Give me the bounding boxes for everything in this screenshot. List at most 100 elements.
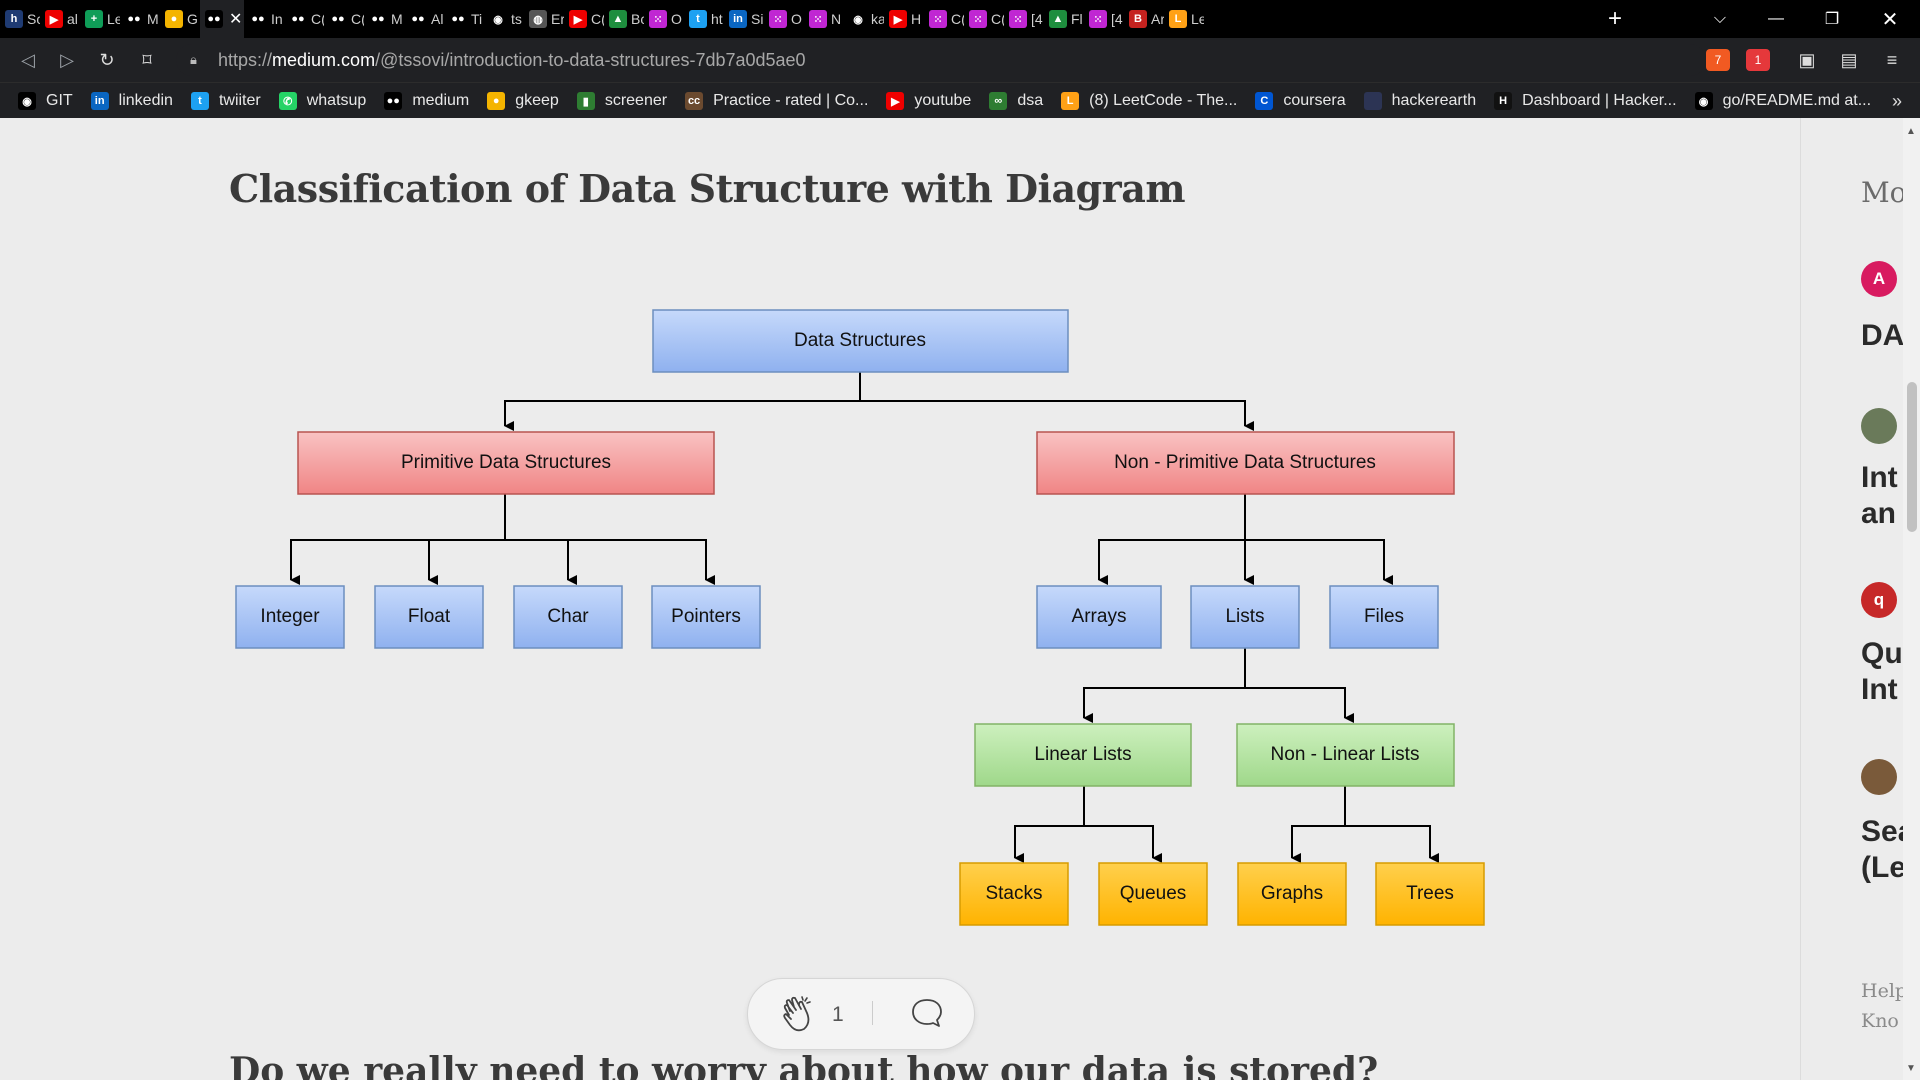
tab-5[interactable]: ●● ✕ — [200, 0, 244, 38]
bookmark-8-leetcode-the[interactable]: L (8) LeetCode - The... — [1061, 83, 1237, 119]
sidebar-story-title[interactable]: Qu Int — [1861, 636, 1903, 708]
youtube-icon: ▶ — [569, 10, 587, 28]
drive-icon: ▲ — [1049, 10, 1067, 28]
svg-text:Graphs: Graphs — [1261, 883, 1323, 904]
bookmark-icon[interactable]: ⌑ — [135, 48, 159, 72]
bookmark-youtube[interactable]: ▶ youtube — [886, 83, 971, 119]
tab-10[interactable]: ●● Al — [404, 0, 444, 38]
sidebar-toggle-icon[interactable]: ▣ — [1795, 48, 1819, 72]
tab-29[interactable]: L Le — [1164, 0, 1204, 38]
tab-6[interactable]: ●● In — [244, 0, 284, 38]
tab-18[interactable]: in Si — [724, 0, 764, 38]
bookmark-practice-rated-co[interactable]: cc Practice - rated | Co... — [685, 83, 868, 119]
scroll-thumb[interactable] — [1907, 382, 1917, 532]
tab-26[interactable]: ▲ Fl — [1044, 0, 1084, 38]
sidebar-story-title[interactable]: Sea (Le — [1861, 814, 1903, 886]
tab-search-icon[interactable]: ⌵ — [1692, 0, 1748, 38]
bookmark-dashboard-hacker[interactable]: H Dashboard | Hacker... — [1494, 83, 1677, 119]
avatar[interactable] — [1861, 408, 1897, 444]
tab-1[interactable]: ▶ al — [40, 0, 80, 38]
tab-2[interactable]: + Le — [80, 0, 120, 38]
tab-11[interactable]: ●● Ti — [444, 0, 484, 38]
bookmark-hackerearth[interactable]: hackerearth — [1363, 83, 1476, 119]
tab-label: Si — [751, 11, 764, 27]
svg-text:Primitive Data Structures: Primitive Data Structures — [401, 452, 611, 473]
tab-14[interactable]: ▶C( — [564, 0, 604, 38]
node-non-primitive: Non - Primitive Data Structures — [1036, 431, 1455, 495]
bookmark-medium[interactable]: ●● medium — [384, 83, 469, 119]
tab-0[interactable]: h Sc — [0, 0, 40, 38]
avatar[interactable]: q — [1861, 582, 1897, 618]
tab-8[interactable]: ●●C( — [324, 0, 364, 38]
tab-9[interactable]: ●● M — [364, 0, 404, 38]
bookmark-coursera[interactable]: Ccoursera — [1255, 83, 1346, 119]
tab-24[interactable]: ⁙C( — [964, 0, 1004, 38]
menu-icon[interactable]: ≡ — [1880, 48, 1904, 72]
restore-icon[interactable]: ❐ — [1804, 0, 1860, 38]
scrollbar[interactable]: ▲ ▼ — [1903, 118, 1920, 1080]
bookmarks-overflow-button[interactable]: » — [1892, 83, 1902, 119]
dots-icon: ⁙ — [1009, 10, 1027, 28]
sidebar-story-title[interactable]: DA — [1861, 318, 1903, 354]
address-bar[interactable]: 🔒︎ https://medium.com/@tssovi/introducti… — [176, 44, 1706, 76]
url-text[interactable]: https://medium.com/@tssovi/introduction-… — [218, 50, 806, 71]
tab-label: [4 — [1031, 11, 1043, 27]
bookmark-linkedin[interactable]: in linkedin — [90, 83, 173, 119]
wallet-icon[interactable]: ▤ — [1837, 48, 1861, 72]
tab-23[interactable]: ⁙C( — [924, 0, 964, 38]
scroll-down-icon[interactable]: ▼ — [1906, 1063, 1916, 1074]
tab-strip: hSc▶al+Le●●M●G●●✕●●In●●C(●●C(●●M●●Al●●Ti… — [0, 0, 1920, 38]
new-tab-button[interactable]: + — [1602, 6, 1628, 32]
tab-22[interactable]: ▶ H — [884, 0, 924, 38]
tab-15[interactable]: ▲ Bc — [604, 0, 644, 38]
tab-label: Le — [107, 11, 120, 27]
clap-icon[interactable] — [780, 995, 816, 1033]
hackerrank-icon: H — [1494, 92, 1513, 110]
bookmark-label: linkedin — [118, 92, 173, 109]
back-icon[interactable]: ◁ — [16, 48, 40, 72]
tab-28[interactable]: B Ar — [1124, 0, 1164, 38]
coursera-icon: C — [1255, 92, 1274, 110]
forward-icon[interactable]: ▷ — [55, 48, 79, 72]
sidebar-story-title[interactable]: Int an — [1861, 460, 1898, 532]
close-tab-icon[interactable]: ✕ — [229, 9, 242, 29]
bookmark-dsa[interactable]: ∞ dsa — [989, 83, 1043, 119]
scroll-up-icon[interactable]: ▲ — [1906, 126, 1916, 137]
article-body: Classification of Data Structure with Di… — [0, 118, 1800, 1080]
bookmark-whatsup[interactable]: ✆ whatsup — [278, 83, 366, 119]
tab-25[interactable]: ⁙ [4 — [1004, 0, 1044, 38]
tab-3[interactable]: ●● M — [120, 0, 160, 38]
reload-icon[interactable]: ↻ — [95, 48, 119, 72]
avatar[interactable]: A — [1861, 261, 1897, 297]
brave-shields-icon[interactable]: 7 — [1706, 49, 1730, 71]
bookmark-go-readme-md-at[interactable]: ◉ go/README.md at... — [1694, 83, 1871, 119]
bookmark-twiiter[interactable]: t twiiter — [190, 83, 261, 119]
node-integer: Integer — [235, 585, 345, 649]
sidebar-footer-links[interactable]: Help Kno — [1861, 976, 1903, 1036]
bookmark-screener[interactable]: ▮ screener — [576, 83, 667, 119]
tab-4[interactable]: ● G — [160, 0, 200, 38]
comment-icon[interactable] — [910, 996, 944, 1030]
tab-17[interactable]: t ht — [684, 0, 724, 38]
tab-7[interactable]: ●●C( — [284, 0, 324, 38]
avatar[interactable] — [1861, 759, 1897, 795]
tab-19[interactable]: ⁙ O — [764, 0, 804, 38]
minimize-icon[interactable]: — — [1748, 0, 1804, 38]
tab-27[interactable]: ⁙ [4 — [1084, 0, 1124, 38]
bookmark-label: twiiter — [218, 92, 261, 109]
tab-13[interactable]: ◍ Er — [524, 0, 564, 38]
node-char: Char — [513, 585, 623, 649]
node-non-linear-lists: Non - Linear Lists — [1236, 723, 1455, 787]
tab-12[interactable]: ◉ ts — [484, 0, 524, 38]
brave-rewards-icon[interactable]: 1 — [1746, 49, 1770, 71]
tab-label: Bc — [631, 11, 644, 27]
medium-icon: ●● — [205, 10, 223, 28]
tab-21[interactable]: ◉ ka — [844, 0, 884, 38]
clap-comment-bar: 1 — [747, 978, 975, 1050]
bookmark-git[interactable]: ◉ GIT — [18, 83, 73, 119]
tab-20[interactable]: ⁙ N — [804, 0, 844, 38]
svg-text:Stacks: Stacks — [985, 883, 1042, 904]
tab-16[interactable]: ⁙ O — [644, 0, 684, 38]
bookmark-gkeep[interactable]: ● gkeep — [487, 83, 559, 119]
close-window-icon[interactable]: ✕ — [1862, 0, 1918, 38]
